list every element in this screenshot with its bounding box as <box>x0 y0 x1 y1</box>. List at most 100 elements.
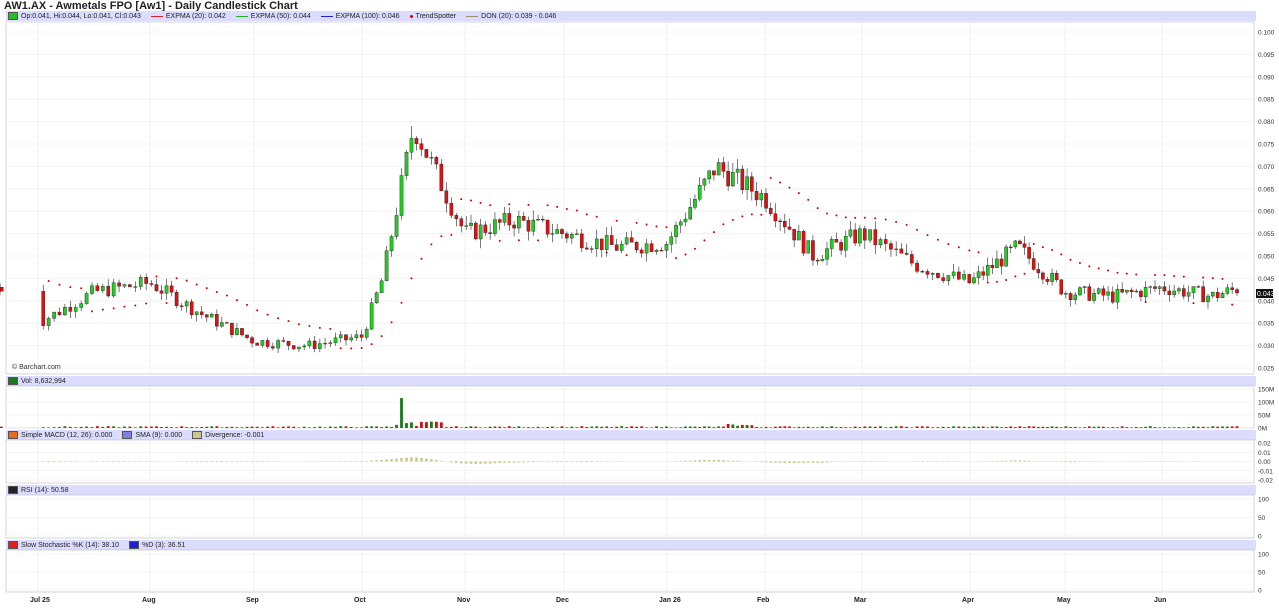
volume-bar <box>349 426 353 428</box>
volume-bar <box>235 427 239 428</box>
volume-bar <box>1221 426 1224 428</box>
trendspotter-dot <box>760 213 763 216</box>
volume-bar <box>1078 427 1082 428</box>
macd-histogram-bar <box>365 460 368 462</box>
volume-bar <box>977 426 980 428</box>
macd-histogram-bar <box>479 461 482 464</box>
volume-bar <box>63 426 67 428</box>
macd-histogram-bar <box>474 461 478 464</box>
volume-bar <box>1013 427 1017 428</box>
macd-histogram-bar <box>235 461 239 463</box>
macd-histogram-bar <box>546 461 549 463</box>
macd-tick-label: 0.02 <box>1258 441 1271 448</box>
volume-bar <box>112 426 116 428</box>
volume-bar <box>783 426 787 428</box>
volume-bar <box>375 426 379 428</box>
macd-histogram-bar <box>679 460 683 462</box>
volume-bar <box>550 426 554 428</box>
macd-histogram-bar <box>503 461 506 463</box>
trendspotter-dot <box>645 223 648 226</box>
x-axis-label: Oct <box>354 597 366 604</box>
volume-bar <box>139 426 143 428</box>
volume-bar <box>79 426 83 428</box>
candle <box>399 168 404 220</box>
trendspotter-dot <box>215 290 218 293</box>
macd-histogram-bar <box>240 461 244 463</box>
trendspotter-dot <box>256 309 259 312</box>
volume-bar <box>879 426 882 428</box>
candle <box>384 245 389 282</box>
macd-histogram-bar <box>1004 460 1008 462</box>
volume-bar <box>546 427 550 428</box>
volume-bar <box>802 427 805 428</box>
volume-bar <box>595 426 599 428</box>
volume-bar <box>483 427 487 428</box>
macd-histogram-bar <box>926 461 929 463</box>
candle <box>369 298 374 331</box>
trendspotter-dot <box>410 277 413 280</box>
macd-histogram-bar <box>488 461 492 464</box>
macd-histogram-bar <box>349 460 353 462</box>
volume-bar <box>106 426 110 428</box>
volume-bar <box>995 426 999 428</box>
macd-histogram-bar <box>792 461 796 464</box>
volume-bar <box>90 427 94 428</box>
volume-bar <box>334 426 337 428</box>
volume-bar <box>255 426 259 428</box>
macd-histogram-bar <box>806 461 810 463</box>
volume-bar <box>936 427 940 428</box>
volume-bar <box>806 426 810 428</box>
macd-histogram-bar <box>440 460 443 462</box>
macd-histogram-bar <box>415 457 418 462</box>
trendspotter-dot <box>703 239 706 242</box>
trendspotter-dot <box>390 321 393 324</box>
volume-bar <box>1148 426 1152 428</box>
macd-histogram-bar <box>512 461 516 463</box>
volume-bar <box>536 426 540 428</box>
candlestick-chart: 0.025 0.030 0.035 0.040 0.045 0.050 0.055 0.060… <box>0 0 1275 604</box>
macd-histogram-bar <box>811 461 815 463</box>
x-axis-label: Apr <box>962 597 974 604</box>
volume-bar <box>1018 426 1022 428</box>
macd-histogram-bar <box>830 461 834 463</box>
volume-bar <box>220 427 224 428</box>
volume-bar <box>669 427 673 428</box>
trendspotter-dot <box>1163 274 1166 277</box>
volume-bar <box>679 427 683 428</box>
price-tick-label: 0.080 <box>1258 119 1275 126</box>
macd-histogram-bar <box>693 460 697 462</box>
volume-bar <box>645 427 648 428</box>
candle <box>374 291 379 305</box>
volume-bar <box>910 427 914 428</box>
trendspotter-dot <box>350 347 353 350</box>
macd-histogram-bar <box>1000 460 1003 462</box>
trendspotter-dot <box>635 221 638 224</box>
volume-bar <box>585 427 589 428</box>
volume-bar <box>981 426 985 428</box>
volume-bar <box>816 427 820 428</box>
volume-bar <box>745 425 749 428</box>
volume-bar <box>245 426 249 428</box>
volume-bar <box>180 426 184 428</box>
volume-bar <box>736 425 740 428</box>
trendspotter-dot <box>1154 274 1157 277</box>
macd-histogram-bar <box>370 460 373 462</box>
price-tick-label: 0.065 <box>1258 186 1275 193</box>
trendspotter-dot <box>175 277 178 280</box>
trendspotter-dot <box>807 198 810 201</box>
volume-bar <box>962 426 966 428</box>
x-axis-label: Jan 26 <box>659 597 681 604</box>
trendspotter-dot <box>874 217 877 220</box>
trendspotter-dot <box>1097 267 1100 270</box>
price-tick-label: 0.040 <box>1258 298 1275 305</box>
volume-bar <box>570 426 574 428</box>
volume-bar <box>318 426 322 428</box>
volume-bar <box>1102 426 1105 428</box>
volume-bar <box>750 425 754 428</box>
macd-histogram-bar <box>688 460 692 462</box>
macd-histogram-bar <box>1078 461 1082 463</box>
trendspotter-dot <box>957 246 960 249</box>
volume-bar <box>449 426 453 428</box>
macd-histogram-bar <box>225 461 229 463</box>
candle <box>41 284 46 330</box>
